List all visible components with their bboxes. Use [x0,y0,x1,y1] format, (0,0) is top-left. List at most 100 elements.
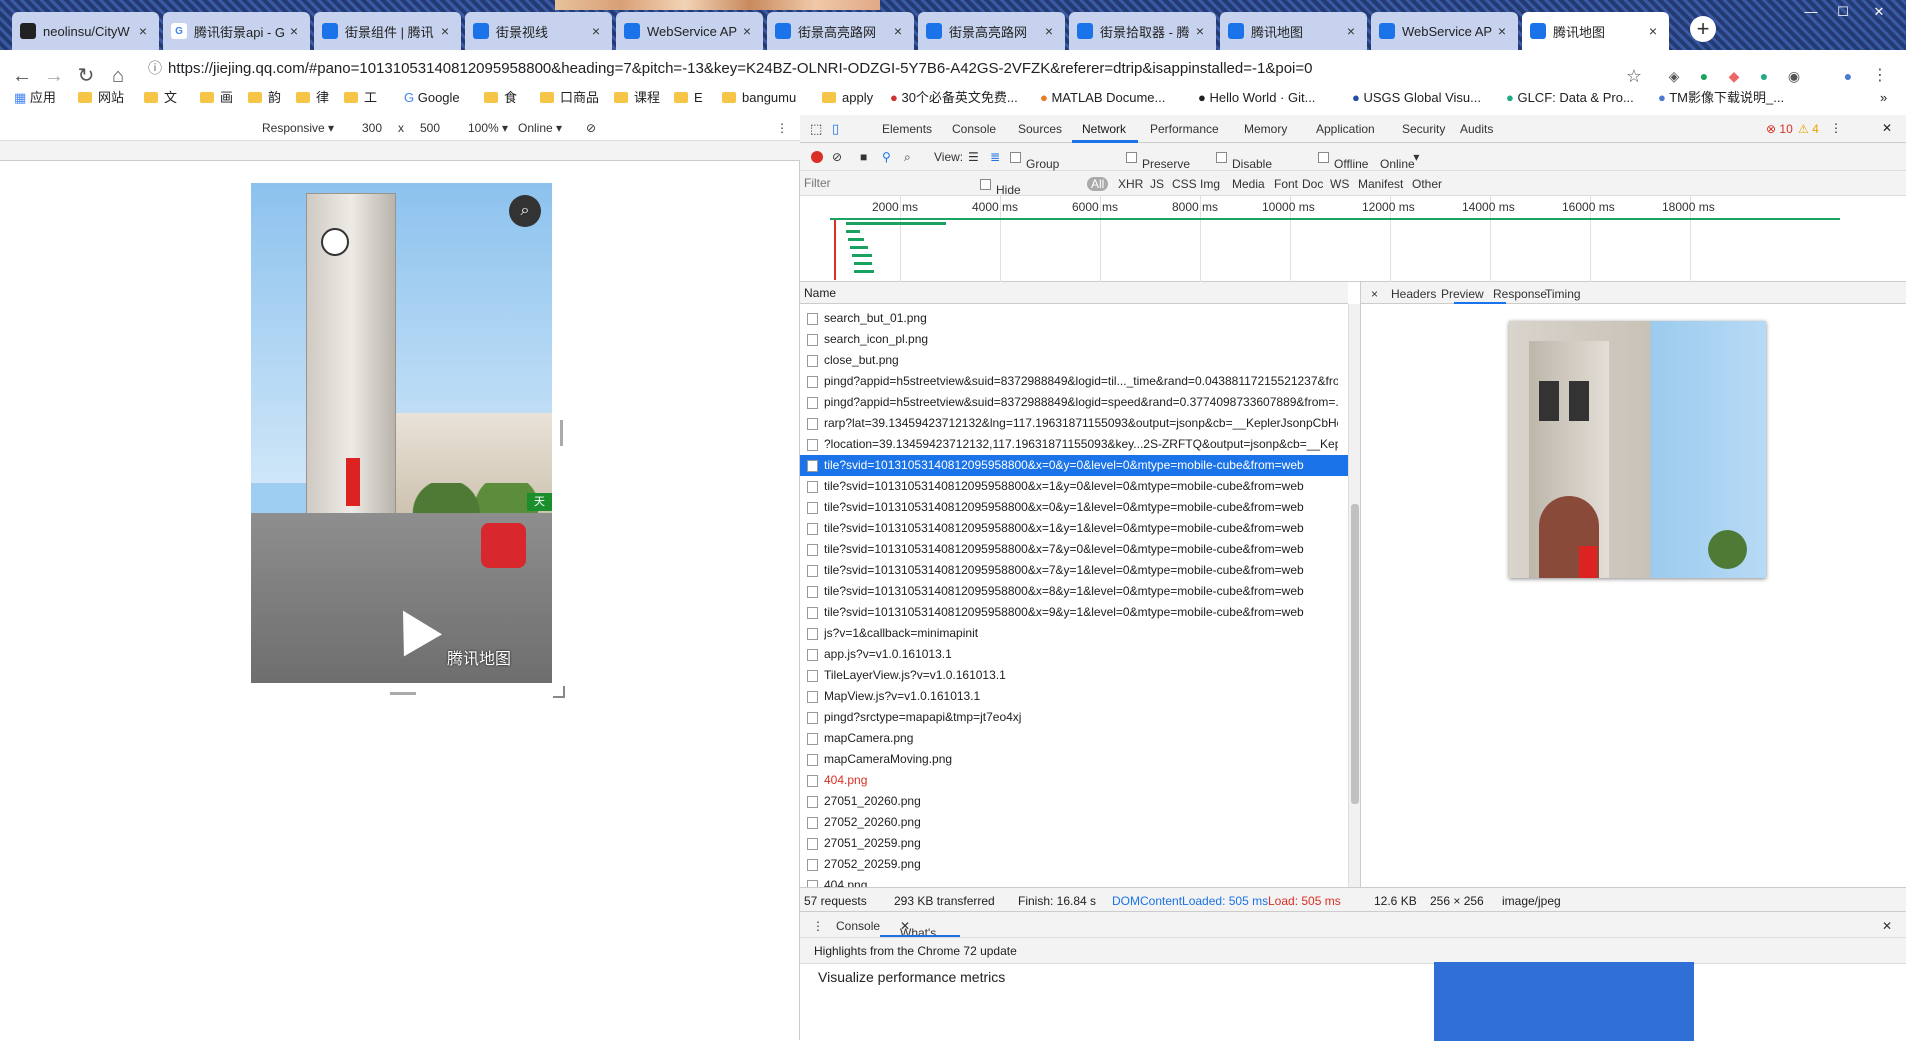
filter-icon[interactable]: ⚲ [882,150,891,164]
tab-headers[interactable]: Headers [1391,287,1436,301]
more-bookmarks-icon[interactable]: » [1880,88,1887,108]
browser-tab[interactable]: 街景视线 × [465,12,612,50]
bookmark-item[interactable]: bangumu [722,88,796,108]
close-tab-icon[interactable]: × [739,23,755,39]
name-column-header[interactable]: Name [804,286,836,300]
close-tab-icon[interactable]: × [135,23,151,39]
clear-icon[interactable]: ⊘ [832,150,842,164]
request-row[interactable]: 404.png [800,770,1348,791]
close-tab-icon[interactable]: × [1192,23,1208,39]
inspect-icon[interactable]: ⬚ [810,121,822,137]
bookmark-item[interactable]: 课程 [614,88,660,108]
close-tab-icon[interactable]: × [286,23,302,39]
bookmark-item[interactable]: ● MATLAB Docume... [1040,88,1165,108]
hide-data-urls-checkbox[interactable]: Hide data URLs [980,177,1026,225]
devtools-close-icon[interactable]: ✕ [1882,121,1892,135]
tab-preview[interactable]: Preview [1441,287,1484,301]
devtools-tab-memory[interactable]: Memory [1244,122,1287,136]
camera-icon[interactable]: 天 [527,493,552,511]
devtools-tab-security[interactable]: Security [1402,122,1445,136]
request-row[interactable]: search_but_01.png [800,308,1348,329]
browser-tab[interactable]: 腾讯地图 × [1220,12,1367,50]
request-row[interactable]: app.js?v=v1.0.161013.1 [800,644,1348,665]
street-view-panorama[interactable]: ⌕ 天 腾讯地图 [251,183,552,683]
bookmark-item[interactable]: ● TM影像下载说明_... [1658,88,1784,108]
type-filter-xhr[interactable]: XHR [1118,177,1143,191]
request-row[interactable]: tile?svid=10131053140812095958800&x=9&y=… [800,602,1348,623]
request-row[interactable]: tile?svid=10131053140812095958800&x=0&y=… [800,497,1348,518]
bookmark-item[interactable]: E [674,88,703,108]
drawer-tab-whats-new[interactable]: What's New ✕ [900,919,936,954]
request-row[interactable]: 27051_20259.png [800,833,1348,854]
devtools-tab-performance[interactable]: Performance [1150,122,1219,136]
throttle-select[interactable]: Online ▾ [1380,150,1419,171]
record-icon[interactable] [811,151,823,163]
list-view-icon[interactable]: ☰ [968,150,979,164]
type-filter-img[interactable]: Img [1200,177,1220,191]
bookmark-item[interactable]: ● GLCF: Data & Pro... [1506,88,1634,108]
warning-count[interactable]: ⚠ 4 [1798,122,1819,136]
tab-response[interactable]: Response [1493,287,1547,301]
width-input[interactable]: 300 [362,121,382,135]
close-preview-icon[interactable]: × [1371,287,1378,301]
close-tab-icon[interactable]: × [588,23,604,39]
bookmark-item[interactable]: ● Hello World · Git... [1198,88,1315,108]
bookmark-item[interactable]: 网站 [78,88,124,108]
request-row[interactable]: js?v=1&callback=minimapinit [800,623,1348,644]
request-row[interactable]: pingd?appid=h5streetview&suid=8372988849… [800,392,1348,413]
responsive-select[interactable]: Responsive ▾ [262,121,334,135]
minimize-icon[interactable]: — [1798,4,1824,22]
menu-icon[interactable]: ⋮ [1866,62,1894,90]
close-tab-icon[interactable]: × [1645,23,1661,39]
whats-new-item[interactable]: Visualize performance metrics [818,969,1005,985]
request-row[interactable]: tile?svid=10131053140812095958800&x=7&y=… [800,539,1348,560]
forward-icon[interactable]: → [40,62,68,90]
new-tab-button[interactable]: + [1690,16,1716,42]
browser-tab[interactable]: neolinsu/CityW × [12,12,159,50]
resize-handle-bottom[interactable] [390,692,416,695]
back-icon[interactable]: ← [8,62,36,90]
bookmark-item[interactable]: 文 [144,88,177,108]
devtools-menu-icon[interactable]: ⋮ [1830,121,1842,135]
bookmark-item[interactable]: ▦ 应用 [14,88,56,108]
browser-tab[interactable]: G 腾讯街景api - G × [163,12,310,50]
devtools-tab-application[interactable]: Application [1316,122,1375,136]
browser-tab[interactable]: WebService AP × [1371,12,1518,50]
devtools-tab-elements[interactable]: Elements [882,122,932,136]
search-icon[interactable]: ⌕ [509,195,541,227]
offline-checkbox[interactable]: Offline [1318,150,1368,171]
star-icon[interactable]: ☆ [1620,62,1648,90]
request-row[interactable]: tile?svid=10131053140812095958800&x=0&y=… [800,455,1348,476]
close-window-icon[interactable]: ✕ [1866,4,1892,22]
screenshot-icon[interactable]: ■ [860,150,867,164]
zoom-select[interactable]: 100% ▾ [468,121,508,135]
close-tab-icon[interactable]: × [1494,23,1510,39]
request-row[interactable]: 27052_20260.png [800,812,1348,833]
request-list-scrollbar[interactable] [1348,304,1360,887]
bookmark-item[interactable]: apply [822,88,873,108]
browser-tab[interactable]: WebService AP × [616,12,763,50]
devtools-tab-console[interactable]: Console [952,122,996,136]
device-toggle-icon[interactable]: ▯ [832,121,839,137]
devtools-tab-sources[interactable]: Sources [1018,122,1062,136]
tab-timing[interactable]: Timing [1545,287,1581,301]
scrollbar-thumb[interactable] [1351,504,1359,804]
drawer-close-icon[interactable]: ✕ [1882,919,1892,933]
type-filter-ws[interactable]: WS [1330,177,1349,191]
info-icon[interactable]: ⓘ [148,54,168,82]
request-row[interactable]: mapCameraMoving.png [800,749,1348,770]
request-row[interactable]: search_icon_pl.png [800,329,1348,350]
group-by-frame-checkbox[interactable]: Group by frame [1010,150,1059,199]
request-row[interactable]: close_but.png [800,350,1348,371]
search-icon[interactable]: ⌕ [904,150,911,165]
type-filter-doc[interactable]: Doc [1302,177,1323,191]
close-tab-icon[interactable]: × [1343,23,1359,39]
request-row[interactable]: mapCamera.png [800,728,1348,749]
bookmark-item[interactable]: ● USGS Global Visu... [1352,88,1481,108]
extension-puzzle-icon[interactable]: ◉ [1780,62,1808,90]
device-menu-icon[interactable]: ⋮ [776,121,788,135]
request-row[interactable]: tile?svid=10131053140812095958800&x=7&y=… [800,560,1348,581]
request-row[interactable]: 27051_20260.png [800,791,1348,812]
drawer-tab-console[interactable]: Console [836,919,880,933]
type-filter-all[interactable]: All [1087,177,1109,191]
